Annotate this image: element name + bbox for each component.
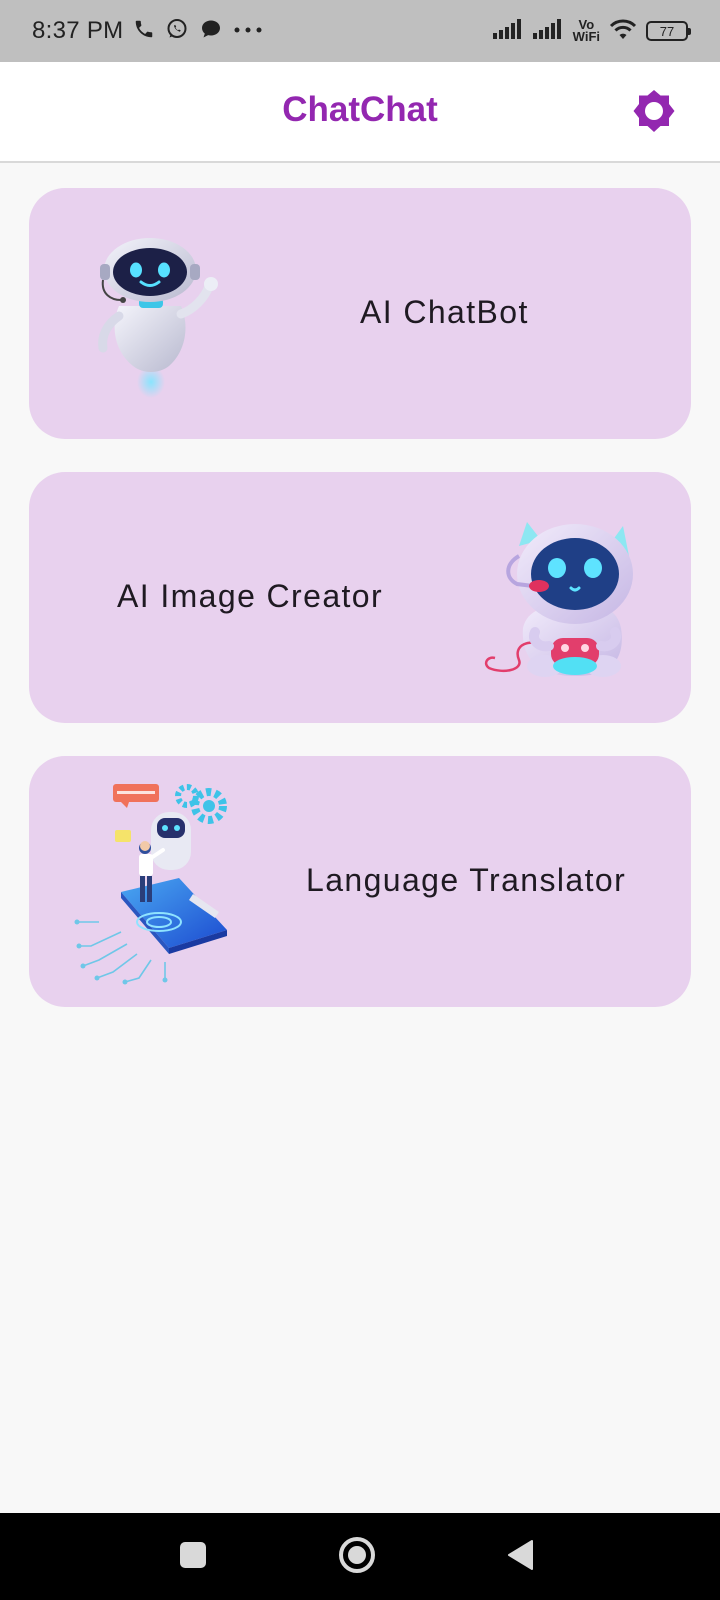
phone-icon [133, 18, 155, 45]
signal-icon [492, 18, 525, 44]
vowifi-indicator: Vo WiFi [572, 18, 600, 44]
phone-robot-illustration [69, 782, 249, 991]
waving-robot-illustration [93, 236, 221, 405]
app-title: ChatChat [282, 90, 438, 129]
whatsapp-icon [165, 17, 189, 46]
language-translator-card[interactable]: Language Translator [29, 756, 691, 1007]
ai-chatbot-card[interactable]: AI ChatBot [29, 188, 691, 439]
status-bar: 8:37 PM Vo WiFi 77 [0, 0, 720, 62]
recents-button[interactable] [169, 1533, 217, 1581]
status-notification-icons [133, 17, 263, 46]
wifi-icon [608, 17, 638, 46]
card-label: Language Translator [306, 862, 627, 898]
ai-image-creator-card[interactable]: AI Image Creator [29, 472, 691, 723]
more-dots-icon [233, 22, 263, 40]
back-button[interactable] [497, 1533, 545, 1581]
battery-icon: 77 [646, 21, 691, 41]
status-system-icons: Vo WiFi 77 [492, 17, 691, 46]
home-circle-icon [337, 1535, 377, 1580]
sitting-robot-illustration [483, 516, 643, 685]
battery-level: 77 [659, 23, 675, 39]
status-time: 8:37 PM [32, 17, 124, 44]
vowifi-bottom-label: WiFi [572, 29, 600, 44]
back-triangle-icon [506, 1539, 536, 1576]
home-button[interactable] [333, 1533, 381, 1581]
card-label: AI ChatBot [360, 294, 529, 330]
system-nav-bar [0, 1513, 720, 1600]
recents-square-icon [179, 1541, 207, 1574]
chat-bubble-icon [199, 17, 223, 46]
card-label: AI Image Creator [117, 578, 384, 614]
settings-button[interactable] [630, 89, 678, 137]
app-bar: ChatChat [0, 62, 720, 163]
signal-icon [532, 18, 565, 44]
settings-gear-icon [631, 88, 677, 139]
